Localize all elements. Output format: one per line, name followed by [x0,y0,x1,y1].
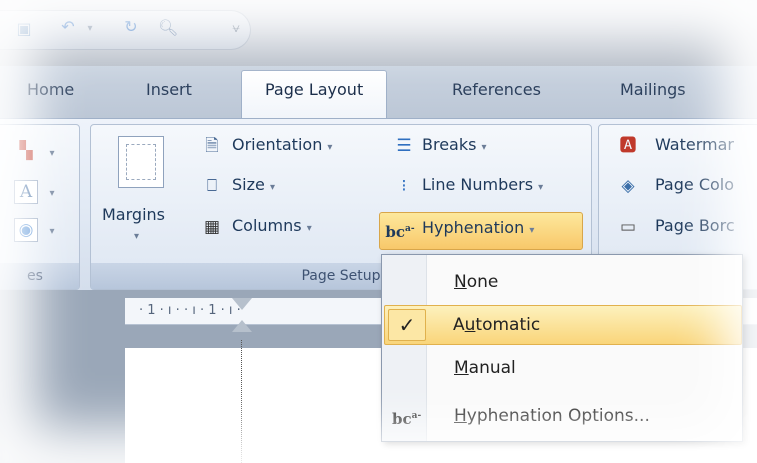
theme-fonts-icon[interactable]: A [14,180,38,204]
hyphenation-options-icon: bca- [392,410,422,428]
save-icon[interactable]: ▣ [14,19,34,39]
hyphenation-icon: bca- [385,223,415,241]
menu-item-hyphenation-options-label: Hyphenation Options... [454,406,650,426]
watermark-button[interactable]: Watermar [655,135,734,154]
breaks-icon: ☰ [396,136,412,156]
page-borders-icon: ▭ [619,217,637,237]
tab-page-layout[interactable]: Page Layout [265,80,363,99]
line-numbers-label: Line Numbers [422,175,534,194]
checkmark-icon: ✓ [388,309,426,341]
theme-colors-dropdown-icon[interactable]: ▾ [40,140,64,165]
columns-dropdown-icon: ▾ [306,223,312,234]
hyphenation-label-wrap[interactable]: Hyphenation ▾ [422,218,534,237]
word-window: ▣ ↶ ▾ ↻ 🔍︎ ⩝ Home Insert Page Layout Ref… [0,0,757,463]
line-numbers-button[interactable]: Line Numbers ▾ [422,175,543,194]
customize-qat-icon[interactable]: ⩝ [226,19,246,39]
columns-label: Columns [232,216,302,235]
hanging-indent-marker[interactable] [232,320,252,332]
page-color-button[interactable]: Page Colo [655,175,734,194]
menu-item-manual[interactable]: Manual [384,349,740,387]
orientation-label: Orientation [232,135,323,154]
page-setup-label-text: Page Setup [301,268,381,284]
ruler-ticks: · 1 · ı · · ı · 1 · ı · [139,303,241,318]
undo-icon[interactable]: ↶ [58,17,78,37]
watermark-icon: 🅰︎ [619,136,637,156]
menu-item-automatic-label: Automatic [453,315,541,335]
size-icon: ⎕ [206,176,218,196]
menu-item-none-label: None [454,272,499,292]
print-preview-icon[interactable]: 🔍︎ [158,18,178,38]
tab-mailings[interactable]: Mailings [620,80,686,99]
size-dropdown-icon: ▾ [269,182,275,193]
menu-item-none[interactable]: None [384,263,740,301]
breaks-dropdown-icon: ▾ [481,142,487,153]
theme-effects-icon[interactable]: ◉ [14,218,38,242]
menu-item-automatic[interactable]: ✓ Automatic [384,305,742,345]
tab-home[interactable]: Home [27,80,74,99]
theme-colors-icon[interactable]: ▚ [14,140,38,162]
size-button[interactable]: Size ▾ [232,175,275,194]
theme-fonts-dropdown-icon[interactable]: ▾ [40,180,64,205]
first-line-indent-marker[interactable] [232,298,252,310]
columns-button[interactable]: Columns ▾ [232,216,312,235]
breaks-button[interactable]: Breaks ▾ [422,135,487,154]
line-numbers-dropdown-icon: ▾ [538,182,544,193]
orientation-icon: 🗎︎ [205,136,219,156]
columns-icon: ▦ [203,217,221,237]
page-borders-button[interactable]: Page Borc [655,216,735,235]
orientation-dropdown-icon: ▾ [327,142,333,153]
margins-icon[interactable] [118,136,164,188]
tab-insert[interactable]: Insert [146,80,192,99]
menu-item-hyphenation-options[interactable]: bca- Hyphenation Options... [384,397,740,435]
menu-item-manual-label: Manual [454,358,516,378]
line-numbers-icon: ⁝ [401,176,407,196]
indent-guide-line [241,340,242,463]
size-label: Size [232,175,265,194]
page-color-icon: ◈ [621,176,635,196]
hyphenation-icon-glyph: bc [385,223,406,241]
margins-button[interactable]: Margins [102,205,165,224]
redo-icon[interactable]: ↻ [121,17,141,37]
breaks-label: Breaks [422,135,477,154]
margins-dropdown-icon[interactable]: ▾ [134,224,139,243]
tab-references[interactable]: References [452,80,541,99]
hyphenation-label: Hyphenation [422,218,525,237]
undo-dropdown-icon[interactable]: ▾ [80,19,100,39]
themes-group-label: es [0,263,79,289]
theme-effects-dropdown-icon[interactable]: ▾ [40,218,64,243]
hyphenation-menu: None ✓ Automatic Manual bca- Hyphenation… [381,254,743,442]
hyphenation-dropdown-icon: ▾ [529,225,535,236]
orientation-button[interactable]: Orientation ▾ [232,135,332,154]
hyphenation-options-icon-glyph: bc [392,410,412,428]
